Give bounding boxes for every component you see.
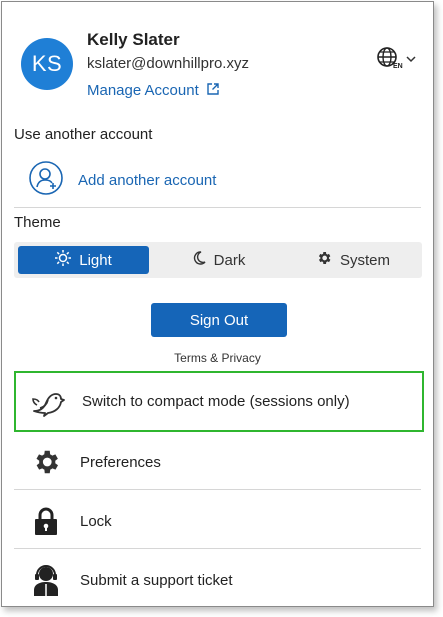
lock-icon	[26, 506, 66, 536]
compact-mode-item[interactable]: Switch to compact mode (sessions only)	[14, 371, 424, 432]
divider	[14, 548, 421, 549]
support-ticket-label: Submit a support ticket	[80, 571, 233, 589]
add-account-button[interactable]: Add another account	[28, 160, 216, 201]
divider	[14, 489, 421, 490]
user-email: kslater@downhillpro.xyz	[87, 55, 249, 72]
compact-mode-label: Switch to compact mode (sessions only)	[82, 393, 350, 410]
theme-dark-label: Dark	[213, 251, 246, 269]
theme-dark-option[interactable]: Dark	[149, 246, 288, 274]
add-account-label: Add another account	[78, 172, 217, 189]
account-panel: KS Kelly Slater kslater@downhillpro.xyz …	[1, 1, 434, 607]
language-selector[interactable]: EN	[376, 46, 416, 72]
moon-icon	[192, 251, 206, 269]
gear-icon	[26, 447, 66, 477]
theme-heading: Theme	[14, 214, 61, 231]
manage-account-label: Manage Account	[87, 82, 199, 99]
theme-system-option[interactable]: System	[288, 246, 418, 274]
external-link-icon	[207, 82, 219, 99]
support-agent-icon	[26, 563, 66, 597]
terms-privacy-link[interactable]: Terms & Privacy	[2, 351, 433, 365]
divider	[14, 207, 421, 208]
preferences-label: Preferences	[80, 453, 161, 471]
bird-icon	[28, 387, 68, 417]
sign-out-button[interactable]: Sign Out	[151, 303, 287, 337]
theme-selector: Light Dark System	[14, 242, 422, 278]
theme-system-label: System	[339, 251, 390, 269]
lock-label: Lock	[80, 512, 112, 530]
theme-light-option[interactable]: Light	[18, 246, 149, 274]
add-user-icon	[28, 160, 64, 201]
gear-icon	[316, 250, 332, 270]
user-name: Kelly Slater	[87, 30, 180, 49]
chevron-down-icon	[406, 50, 416, 68]
preferences-item[interactable]: Preferences	[14, 434, 424, 490]
avatar[interactable]: KS	[21, 38, 73, 90]
another-account-heading: Use another account	[14, 126, 153, 143]
manage-account-link[interactable]: Manage Account	[87, 82, 219, 99]
globe-icon: EN	[376, 46, 403, 72]
lock-item[interactable]: Lock	[14, 493, 424, 549]
support-ticket-item[interactable]: Submit a support ticket	[14, 552, 424, 608]
theme-light-label: Light	[79, 251, 112, 269]
sun-icon	[55, 250, 72, 270]
language-code: EN	[393, 63, 403, 70]
